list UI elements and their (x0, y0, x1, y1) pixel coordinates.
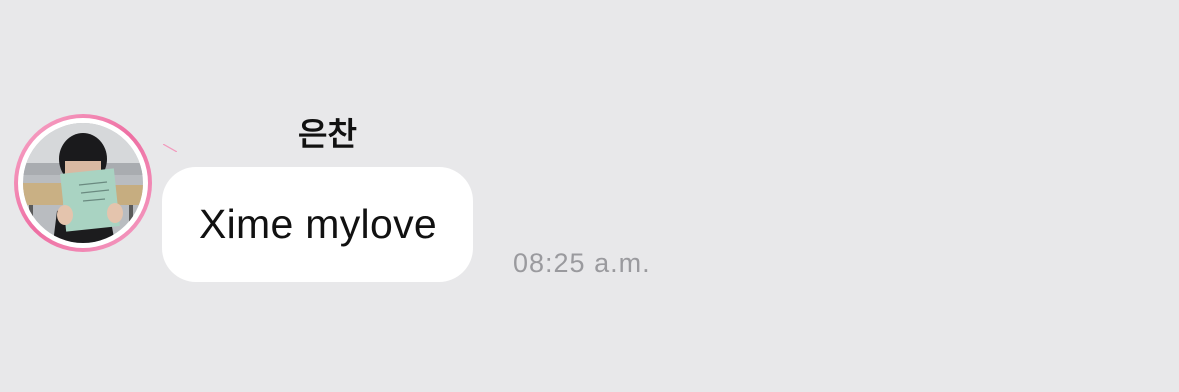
sender-name: 은찬 (298, 115, 357, 153)
message-timestamp: 08:25 a.m. (513, 248, 651, 278)
avatar-photo (23, 123, 143, 243)
avatar-border (18, 118, 148, 248)
chat-thread: 은찬 Xime mylove 08:25 a.m. (0, 0, 1179, 392)
sender-avatar[interactable] (14, 114, 152, 252)
message-bubble[interactable]: Xime mylove (162, 167, 473, 282)
person-reading-book-image (23, 123, 143, 243)
name-accent-mark (163, 144, 177, 152)
message-text: Xime mylove (199, 201, 437, 247)
